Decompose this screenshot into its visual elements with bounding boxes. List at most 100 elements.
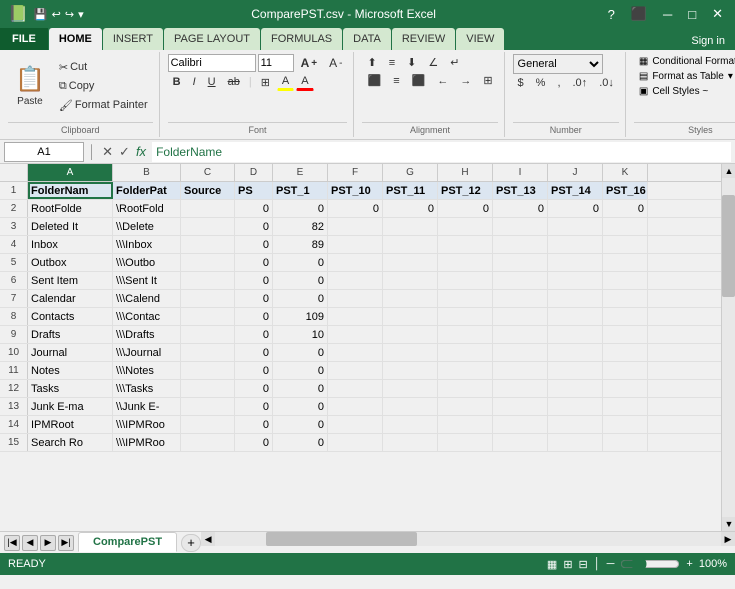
list-item[interactable] bbox=[181, 398, 235, 415]
list-item[interactable]: PST_14 bbox=[548, 182, 603, 199]
hscroll-right-btn[interactable]: ▶ bbox=[721, 532, 735, 546]
tab-home[interactable]: HOME bbox=[49, 28, 102, 50]
align-left-button[interactable]: ⬛ bbox=[362, 72, 386, 89]
italic-button[interactable]: I bbox=[188, 74, 201, 90]
list-item[interactable]: 0 bbox=[273, 416, 328, 433]
format-painter-button[interactable]: 🖌 Format Painter bbox=[54, 97, 153, 114]
list-item[interactable] bbox=[493, 416, 548, 433]
list-item[interactable]: 10 bbox=[273, 326, 328, 343]
list-item[interactable] bbox=[438, 434, 493, 451]
zoom-slider[interactable] bbox=[620, 556, 680, 572]
list-item[interactable]: 0 bbox=[273, 398, 328, 415]
list-item[interactable] bbox=[181, 344, 235, 361]
list-item[interactable]: PST_1 bbox=[273, 182, 328, 199]
list-item[interactable]: \\\Calend bbox=[113, 290, 181, 307]
list-item[interactable] bbox=[438, 416, 493, 433]
list-item[interactable]: 109 bbox=[273, 308, 328, 325]
list-item[interactable] bbox=[493, 362, 548, 379]
list-item[interactable]: 0 bbox=[235, 362, 273, 379]
list-item[interactable] bbox=[328, 416, 383, 433]
list-item[interactable] bbox=[438, 380, 493, 397]
list-item[interactable] bbox=[548, 380, 603, 397]
list-item[interactable] bbox=[603, 380, 648, 397]
list-item[interactable] bbox=[328, 398, 383, 415]
list-item[interactable]: \\Junk E- bbox=[113, 398, 181, 415]
align-middle-button[interactable]: ≡ bbox=[384, 55, 400, 71]
help-btn[interactable]: ? bbox=[604, 7, 619, 22]
minimize-btn[interactable]: ─ bbox=[659, 7, 676, 22]
col-header-a[interactable]: A bbox=[28, 164, 113, 181]
list-item[interactable] bbox=[383, 434, 438, 451]
list-item[interactable] bbox=[328, 254, 383, 271]
list-item[interactable]: PS bbox=[235, 182, 273, 199]
list-item[interactable]: 0 bbox=[235, 434, 273, 451]
list-item[interactable] bbox=[181, 272, 235, 289]
increase-decimal-button[interactable]: .0↑ bbox=[568, 75, 593, 91]
increase-font-button[interactable]: A+ bbox=[296, 54, 323, 72]
list-item[interactable]: 0 bbox=[235, 236, 273, 253]
strikethrough-button[interactable]: ab bbox=[223, 74, 245, 90]
list-item[interactable] bbox=[328, 272, 383, 289]
formula-fx-btn[interactable]: fx bbox=[134, 144, 148, 160]
list-item[interactable]: Sent Item bbox=[28, 272, 113, 289]
list-item[interactable]: 0 bbox=[273, 344, 328, 361]
list-item[interactable] bbox=[438, 290, 493, 307]
sheet-nav-last[interactable]: ▶| bbox=[58, 535, 74, 551]
list-item[interactable]: \\\IPMRoo bbox=[113, 416, 181, 433]
list-item[interactable]: 0 bbox=[273, 434, 328, 451]
maximize-btn[interactable]: □ bbox=[684, 7, 700, 22]
list-item[interactable] bbox=[603, 290, 648, 307]
list-item[interactable]: \\\IPMRoo bbox=[113, 434, 181, 451]
list-item[interactable]: 0 bbox=[235, 200, 273, 217]
list-item[interactable]: 0 bbox=[328, 200, 383, 217]
list-item[interactable] bbox=[328, 218, 383, 235]
tab-formulas[interactable]: FORMULAS bbox=[261, 28, 342, 50]
list-item[interactable] bbox=[438, 398, 493, 415]
vscroll-thumb[interactable] bbox=[722, 195, 735, 297]
list-item[interactable] bbox=[181, 362, 235, 379]
list-item[interactable] bbox=[603, 308, 648, 325]
list-item[interactable]: 0 bbox=[603, 200, 648, 217]
conditional-formatting-button[interactable]: ▦ Conditional Formatting ▾ bbox=[634, 54, 735, 69]
list-item[interactable] bbox=[548, 218, 603, 235]
list-item[interactable] bbox=[438, 362, 493, 379]
list-item[interactable]: 0 bbox=[235, 218, 273, 235]
list-item[interactable]: 0 bbox=[273, 362, 328, 379]
list-item[interactable] bbox=[493, 434, 548, 451]
list-item[interactable]: Notes bbox=[28, 362, 113, 379]
name-box[interactable] bbox=[4, 142, 84, 162]
list-item[interactable]: 89 bbox=[273, 236, 328, 253]
list-item[interactable] bbox=[548, 272, 603, 289]
list-item[interactable] bbox=[181, 290, 235, 307]
list-item[interactable]: 0 bbox=[273, 272, 328, 289]
align-right-button[interactable]: ⬛ bbox=[407, 72, 431, 89]
col-header-b[interactable]: B bbox=[113, 164, 181, 181]
formula-input[interactable] bbox=[152, 142, 731, 162]
hscroll-track[interactable] bbox=[215, 532, 721, 546]
list-item[interactable]: 0 bbox=[235, 380, 273, 397]
redo-icon[interactable]: ↪ bbox=[65, 8, 74, 21]
col-header-i[interactable]: I bbox=[493, 164, 548, 181]
list-item[interactable] bbox=[383, 398, 438, 415]
list-item[interactable] bbox=[548, 344, 603, 361]
list-item[interactable] bbox=[383, 290, 438, 307]
list-item[interactable] bbox=[438, 344, 493, 361]
list-item[interactable] bbox=[438, 272, 493, 289]
list-item[interactable] bbox=[328, 236, 383, 253]
formula-confirm-btn[interactable]: ✓ bbox=[117, 144, 132, 160]
list-item[interactable] bbox=[383, 416, 438, 433]
page-break-icon[interactable]: ⊞ bbox=[563, 558, 572, 571]
list-item[interactable] bbox=[181, 326, 235, 343]
format-as-table-button[interactable]: ▤ Format as Table ▾ bbox=[634, 69, 735, 84]
list-item[interactable] bbox=[181, 254, 235, 271]
list-item[interactable]: 0 bbox=[273, 380, 328, 397]
list-item[interactable] bbox=[548, 434, 603, 451]
list-item[interactable] bbox=[438, 308, 493, 325]
font-color-button[interactable]: A bbox=[296, 73, 313, 91]
tab-review[interactable]: REVIEW bbox=[392, 28, 455, 50]
list-item[interactable]: 0 bbox=[235, 416, 273, 433]
formula-cancel-btn[interactable]: ✕ bbox=[100, 144, 115, 160]
list-item[interactable]: 0 bbox=[273, 254, 328, 271]
vscroll-track[interactable] bbox=[722, 178, 735, 517]
tab-insert[interactable]: INSERT bbox=[103, 28, 163, 50]
